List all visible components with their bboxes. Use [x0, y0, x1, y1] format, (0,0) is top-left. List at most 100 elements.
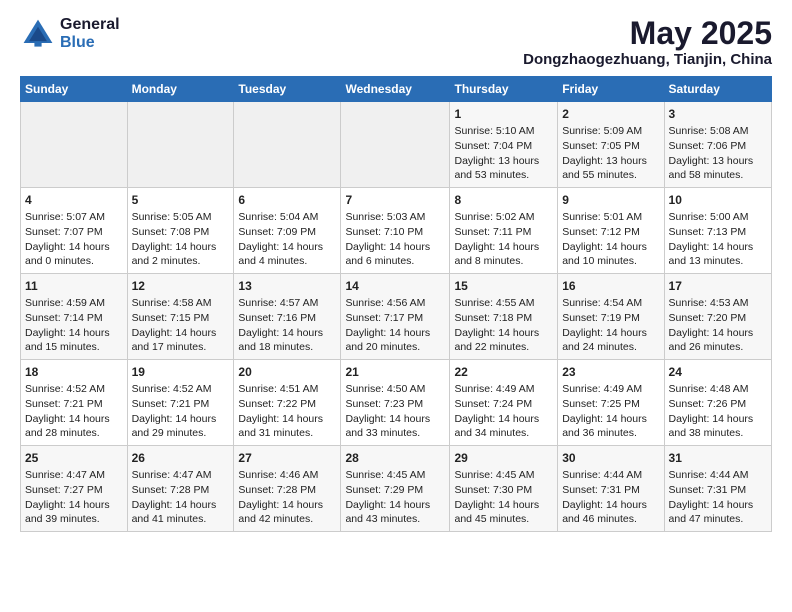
week-row-5: 25 Sunrise: 4:47 AMSunset: 7:27 PMDayligh…: [21, 445, 772, 531]
day-number: 7: [345, 192, 445, 208]
day-info: Sunrise: 5:10 AMSunset: 7:04 PMDaylight:…: [454, 124, 553, 183]
day-number: 14: [345, 278, 445, 294]
day-info: Sunrise: 4:45 AMSunset: 7:30 PMDaylight:…: [454, 468, 553, 527]
logo-general: General: [60, 16, 120, 34]
cell-w5-d4: 29 Sunrise: 4:45 AMSunset: 7:30 PMDayligh…: [450, 445, 558, 531]
week-row-3: 11Sunrise: 4:59 AMSunset: 7:14 PMDayligh…: [21, 274, 772, 360]
day-info: Sunrise: 4:55 AMSunset: 7:18 PMDaylight:…: [454, 296, 553, 355]
cell-w5-d0: 25 Sunrise: 4:47 AMSunset: 7:27 PMDayligh…: [21, 445, 128, 531]
day-info: Sunrise: 5:07 AMSunset: 7:07 PMDaylight:…: [25, 210, 123, 269]
day-number: 9: [562, 192, 659, 208]
cell-w1-d3: [341, 102, 450, 188]
day-number: 17: [669, 278, 767, 294]
day-info: Sunrise: 4:54 AMSunset: 7:19 PMDaylight:…: [562, 296, 659, 355]
day-number: 24: [669, 364, 767, 380]
cell-w2-d4: 8 Sunrise: 5:02 AMSunset: 7:11 PMDaylight…: [450, 188, 558, 274]
month-title: May 2025: [523, 16, 772, 51]
week-row-2: 4 Sunrise: 5:07 AMSunset: 7:07 PMDaylight…: [21, 188, 772, 274]
day-info: Sunrise: 4:44 AMSunset: 7:31 PMDaylight:…: [669, 468, 767, 527]
col-saturday: Saturday: [664, 77, 771, 102]
cell-w2-d5: 9 Sunrise: 5:01 AMSunset: 7:12 PMDaylight…: [558, 188, 664, 274]
cell-w1-d5: 2 Sunrise: 5:09 AMSunset: 7:05 PMDaylight…: [558, 102, 664, 188]
cell-w2-d2: 6Sunrise: 5:04 AMSunset: 7:09 PMDaylight…: [234, 188, 341, 274]
day-number: 4: [25, 192, 123, 208]
day-info: Sunrise: 4:52 AMSunset: 7:21 PMDaylight:…: [132, 382, 230, 441]
day-info: Sunrise: 5:09 AMSunset: 7:05 PMDaylight:…: [562, 124, 659, 183]
cell-w3-d2: 13Sunrise: 4:57 AMSunset: 7:16 PMDayligh…: [234, 274, 341, 360]
page: General Blue May 2025 Dongzhaogezhuang, …: [0, 0, 792, 612]
cell-w3-d4: 15Sunrise: 4:55 AMSunset: 7:18 PMDayligh…: [450, 274, 558, 360]
day-number: 18: [25, 364, 123, 380]
day-number: 1: [454, 106, 553, 122]
day-number: 20: [238, 364, 336, 380]
day-info: Sunrise: 4:49 AMSunset: 7:24 PMDaylight:…: [454, 382, 553, 441]
day-number: 6: [238, 192, 336, 208]
day-info: Sunrise: 4:57 AMSunset: 7:16 PMDaylight:…: [238, 296, 336, 355]
cell-w3-d1: 12Sunrise: 4:58 AMSunset: 7:15 PMDayligh…: [127, 274, 234, 360]
cell-w1-d4: 1 Sunrise: 5:10 AMSunset: 7:04 PMDaylight…: [450, 102, 558, 188]
day-number: 2: [562, 106, 659, 122]
day-number: 8: [454, 192, 553, 208]
day-info: Sunrise: 4:51 AMSunset: 7:22 PMDaylight:…: [238, 382, 336, 441]
cell-w1-d6: 3 Sunrise: 5:08 AMSunset: 7:06 PMDaylight…: [664, 102, 771, 188]
col-friday: Friday: [558, 77, 664, 102]
cell-w4-d3: 21 Sunrise: 4:50 AMSunset: 7:23 PMDayligh…: [341, 360, 450, 446]
cell-w4-d6: 24 Sunrise: 4:48 AMSunset: 7:26 PMDayligh…: [664, 360, 771, 446]
cell-w5-d6: 31 Sunrise: 4:44 AMSunset: 7:31 PMDayligh…: [664, 445, 771, 531]
day-info: Sunrise: 4:47 AMSunset: 7:27 PMDaylight:…: [25, 468, 123, 527]
day-info: Sunrise: 5:01 AMSunset: 7:12 PMDaylight:…: [562, 210, 659, 269]
day-number: 3: [669, 106, 767, 122]
day-info: Sunrise: 4:52 AMSunset: 7:21 PMDaylight:…: [25, 382, 123, 441]
title-block: May 2025 Dongzhaogezhuang, Tianjin, Chin…: [523, 16, 772, 68]
day-number: 11: [25, 278, 123, 294]
logo-blue: Blue: [60, 34, 120, 52]
cell-w4-d2: 20 Sunrise: 4:51 AMSunset: 7:22 PMDayligh…: [234, 360, 341, 446]
calendar-table: Sunday Monday Tuesday Wednesday Thursday…: [20, 76, 772, 532]
day-info: Sunrise: 5:00 AMSunset: 7:13 PMDaylight:…: [669, 210, 767, 269]
cell-w3-d0: 11Sunrise: 4:59 AMSunset: 7:14 PMDayligh…: [21, 274, 128, 360]
day-number: 26: [132, 450, 230, 466]
day-info: Sunrise: 5:08 AMSunset: 7:06 PMDaylight:…: [669, 124, 767, 183]
cell-w1-d1: [127, 102, 234, 188]
week-row-1: 1 Sunrise: 5:10 AMSunset: 7:04 PMDaylight…: [21, 102, 772, 188]
day-info: Sunrise: 4:46 AMSunset: 7:28 PMDaylight:…: [238, 468, 336, 527]
cell-w4-d4: 22 Sunrise: 4:49 AMSunset: 7:24 PMDayligh…: [450, 360, 558, 446]
day-number: 31: [669, 450, 767, 466]
day-info: Sunrise: 5:02 AMSunset: 7:11 PMDaylight:…: [454, 210, 553, 269]
day-info: Sunrise: 4:49 AMSunset: 7:25 PMDaylight:…: [562, 382, 659, 441]
day-info: Sunrise: 4:45 AMSunset: 7:29 PMDaylight:…: [345, 468, 445, 527]
day-info: Sunrise: 5:05 AMSunset: 7:08 PMDaylight:…: [132, 210, 230, 269]
cell-w3-d6: 17 Sunrise: 4:53 AMSunset: 7:20 PMDayligh…: [664, 274, 771, 360]
header: General Blue May 2025 Dongzhaogezhuang, …: [20, 16, 772, 68]
day-number: 29: [454, 450, 553, 466]
location: Dongzhaogezhuang, Tianjin, China: [523, 51, 772, 68]
cell-w4-d0: 18 Sunrise: 4:52 AMSunset: 7:21 PMDayligh…: [21, 360, 128, 446]
day-info: Sunrise: 5:03 AMSunset: 7:10 PMDaylight:…: [345, 210, 445, 269]
cell-w5-d3: 28 Sunrise: 4:45 AMSunset: 7:29 PMDayligh…: [341, 445, 450, 531]
cell-w4-d5: 23 Sunrise: 4:49 AMSunset: 7:25 PMDayligh…: [558, 360, 664, 446]
day-info: Sunrise: 4:53 AMSunset: 7:20 PMDaylight:…: [669, 296, 767, 355]
col-wednesday: Wednesday: [341, 77, 450, 102]
day-number: 28: [345, 450, 445, 466]
col-monday: Monday: [127, 77, 234, 102]
day-number: 25: [25, 450, 123, 466]
day-info: Sunrise: 4:50 AMSunset: 7:23 PMDaylight:…: [345, 382, 445, 441]
day-info: Sunrise: 4:44 AMSunset: 7:31 PMDaylight:…: [562, 468, 659, 527]
day-number: 21: [345, 364, 445, 380]
day-number: 10: [669, 192, 767, 208]
cell-w3-d5: 16Sunrise: 4:54 AMSunset: 7:19 PMDayligh…: [558, 274, 664, 360]
header-row: Sunday Monday Tuesday Wednesday Thursday…: [21, 77, 772, 102]
day-number: 22: [454, 364, 553, 380]
day-info: Sunrise: 4:48 AMSunset: 7:26 PMDaylight:…: [669, 382, 767, 441]
day-number: 23: [562, 364, 659, 380]
cell-w3-d3: 14Sunrise: 4:56 AMSunset: 7:17 PMDayligh…: [341, 274, 450, 360]
day-info: Sunrise: 4:47 AMSunset: 7:28 PMDaylight:…: [132, 468, 230, 527]
col-tuesday: Tuesday: [234, 77, 341, 102]
col-thursday: Thursday: [450, 77, 558, 102]
cell-w4-d1: 19Sunrise: 4:52 AMSunset: 7:21 PMDayligh…: [127, 360, 234, 446]
cell-w5-d1: 26 Sunrise: 4:47 AMSunset: 7:28 PMDayligh…: [127, 445, 234, 531]
logo: General Blue: [20, 16, 120, 52]
logo-icon: [20, 16, 56, 52]
week-row-4: 18 Sunrise: 4:52 AMSunset: 7:21 PMDayligh…: [21, 360, 772, 446]
cell-w5-d2: 27Sunrise: 4:46 AMSunset: 7:28 PMDayligh…: [234, 445, 341, 531]
